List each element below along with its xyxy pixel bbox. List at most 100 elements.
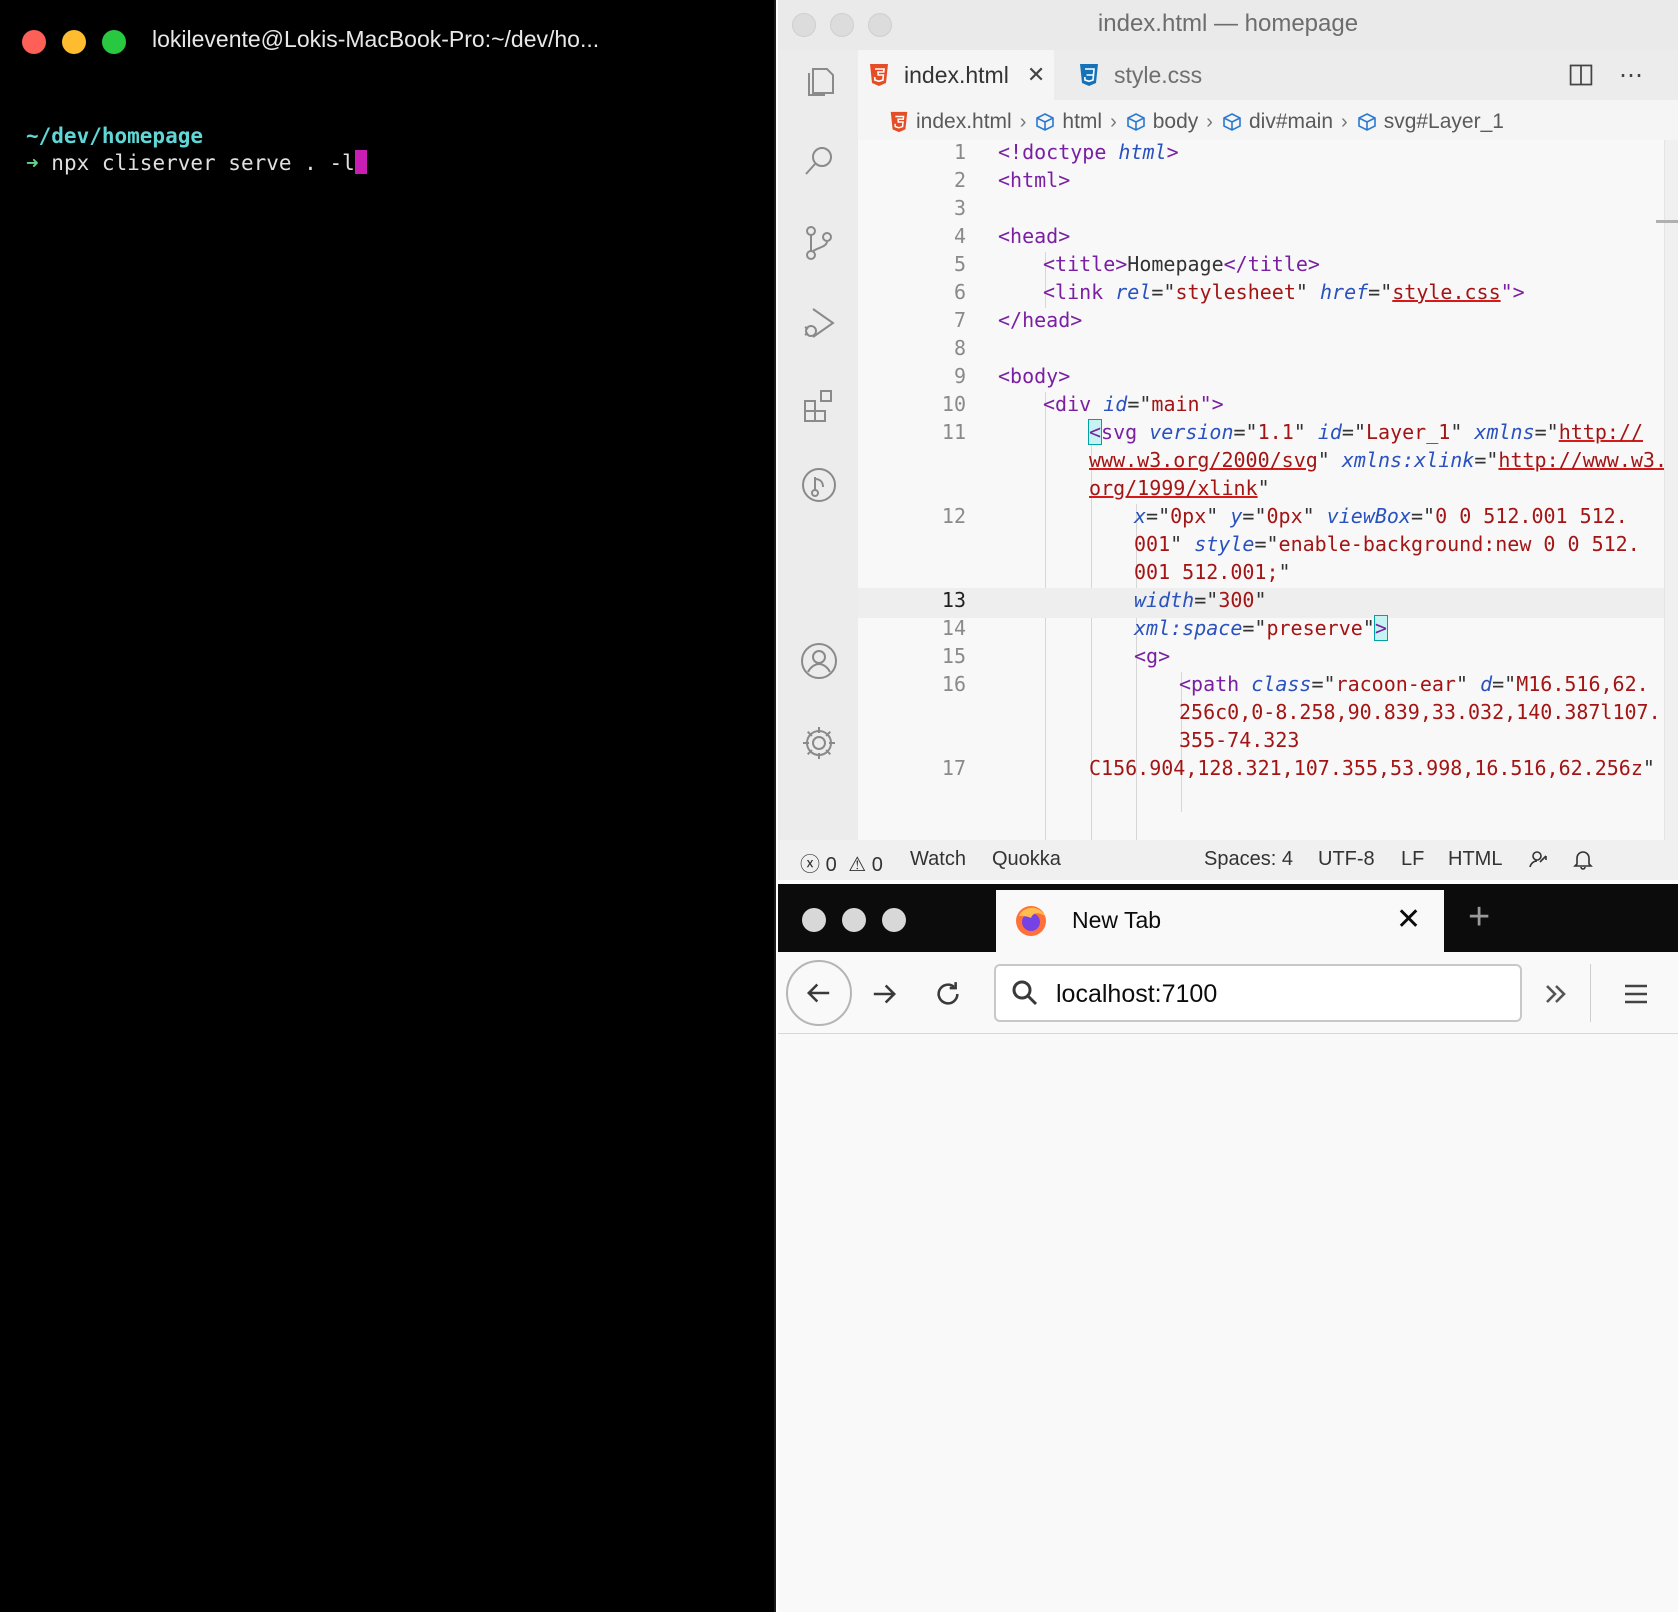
terminal-window[interactable]: lokilevente@Lokis-MacBook-Pro:~/dev/ho..… bbox=[0, 0, 776, 1612]
eol-button[interactable]: LF bbox=[1401, 848, 1424, 871]
reload-button[interactable] bbox=[922, 968, 974, 1020]
code-text: 256c0,0-8.258,90.839,33.032,140.387l107. bbox=[1179, 700, 1661, 724]
split-editor-icon[interactable] bbox=[1566, 60, 1596, 90]
code-line[interactable]: 7 </head> bbox=[858, 308, 1678, 338]
close-window-button[interactable] bbox=[802, 908, 826, 932]
vscode-window[interactable]: index.html — homepage index.html ✕ style… bbox=[778, 0, 1678, 880]
zoom-window-button[interactable] bbox=[102, 30, 126, 54]
encoding-button[interactable]: UTF-8 bbox=[1318, 848, 1375, 871]
breadcrumb-label: div#main bbox=[1248, 110, 1334, 133]
code-line[interactable]: 16 <path class="racoon-ear" d="M16.516,62… bbox=[858, 672, 1678, 702]
gitlens-icon[interactable] bbox=[798, 464, 840, 506]
code-line[interactable]: 15 <g> bbox=[858, 644, 1678, 674]
code-line[interactable]: 10 <div id="main"> bbox=[858, 392, 1678, 422]
code-text: 355-74.323 bbox=[1179, 728, 1300, 752]
error-count: 0 bbox=[825, 854, 837, 876]
source-control-icon[interactable] bbox=[798, 222, 840, 264]
url-bar[interactable]: localhost:7100 bbox=[994, 964, 1522, 1022]
close-tab-icon[interactable]: ✕ bbox=[1027, 62, 1045, 88]
code-line[interactable]: 2 <html> bbox=[858, 168, 1678, 198]
tab-style-css[interactable]: style.css bbox=[1064, 50, 1224, 100]
code-text: <html> bbox=[998, 168, 1071, 192]
run-debug-icon[interactable] bbox=[798, 302, 840, 344]
close-tab-icon[interactable]: ✕ bbox=[1396, 902, 1421, 937]
page-content[interactable] bbox=[778, 1035, 1678, 1612]
element-cube-icon bbox=[1036, 113, 1055, 131]
code-line[interactable]: 3 bbox=[858, 196, 1678, 226]
close-window-button[interactable] bbox=[22, 30, 46, 54]
html5-icon bbox=[890, 111, 908, 133]
indentation-button[interactable]: Spaces: 4 bbox=[1204, 848, 1293, 871]
line-number: 5 bbox=[953, 252, 966, 276]
code-line-wrap[interactable]: 355-74.323 bbox=[858, 728, 1678, 758]
forward-button[interactable] bbox=[858, 968, 910, 1020]
minimize-window-button[interactable] bbox=[62, 30, 86, 54]
code-line-wrap[interactable]: 256c0,0-8.258,90.839,33.032,140.387l107. bbox=[858, 700, 1678, 730]
code-line[interactable]: 8 bbox=[858, 336, 1678, 366]
line-number: 8 bbox=[953, 336, 966, 360]
css3-icon bbox=[1080, 64, 1098, 86]
breadcrumb-item[interactable]: svg#Layer_1 bbox=[1356, 110, 1504, 134]
code-line[interactable]: 17 C156.904,128.321,107.355,53.998,16.516… bbox=[858, 756, 1678, 786]
firefox-window[interactable]: New Tab ✕ + localhost:7100 bbox=[778, 884, 1678, 1612]
code-text: 001" style="enable-background:new 0 0 51… bbox=[1134, 532, 1640, 556]
line-number: 1 bbox=[953, 140, 966, 164]
code-line-wrap[interactable]: org/1999/xlink" bbox=[858, 476, 1678, 506]
minimize-window-button[interactable] bbox=[842, 908, 866, 932]
breadcrumb-item[interactable]: html bbox=[1034, 110, 1102, 134]
code-line-wrap[interactable]: 001" style="enable-background:new 0 0 51… bbox=[858, 532, 1678, 562]
more-actions-icon[interactable]: ⋯ bbox=[1616, 60, 1646, 90]
extensions-icon[interactable] bbox=[798, 384, 840, 426]
activity-bar bbox=[778, 50, 858, 840]
quokka-button[interactable]: Quokka bbox=[992, 848, 1061, 871]
code-line-wrap[interactable]: 001 512.001;" bbox=[858, 560, 1678, 590]
code-line[interactable]: 14 xml:space="preserve"> bbox=[858, 615, 1678, 646]
account-icon[interactable] bbox=[798, 640, 840, 682]
line-number: 6 bbox=[953, 280, 966, 304]
editor-scrollbar[interactable] bbox=[1664, 140, 1678, 840]
breadcrumb-item[interactable]: index.html bbox=[888, 110, 1012, 134]
back-button[interactable] bbox=[786, 960, 852, 1026]
hamburger-menu-icon[interactable] bbox=[1610, 968, 1662, 1020]
code-editor[interactable]: 1 <!doctype html> 2 <html> 3 4 <head> 5 <tit… bbox=[858, 140, 1678, 840]
new-tab-plus-icon[interactable]: + bbox=[1468, 896, 1490, 939]
zoom-window-button[interactable] bbox=[882, 908, 906, 932]
code-line[interactable]: 1 <!doctype html> bbox=[858, 140, 1678, 170]
problems-indicator[interactable]: ⓧ 0 ⚠ 0 bbox=[800, 848, 883, 877]
code-text: <g> bbox=[1134, 644, 1171, 668]
chevron-right-icon: › bbox=[1110, 110, 1117, 133]
code-line[interactable]: 5 <title>Homepage</title> bbox=[858, 252, 1678, 282]
code-line-wrap[interactable]: www.w3.org/2000/svg" xmlns:xlink="http:/… bbox=[858, 448, 1678, 478]
chevron-right-icon: › bbox=[1206, 110, 1213, 133]
line-number: 3 bbox=[953, 196, 966, 220]
explorer-icon[interactable] bbox=[798, 60, 840, 102]
notifications-bell-icon[interactable] bbox=[1572, 848, 1594, 876]
breadcrumb-item[interactable]: body bbox=[1125, 110, 1198, 134]
language-mode-button[interactable]: HTML bbox=[1448, 848, 1502, 871]
tab-new-tab[interactable]: New Tab ✕ bbox=[996, 890, 1444, 952]
feedback-icon[interactable] bbox=[1526, 848, 1548, 876]
chevron-right-icon: › bbox=[1019, 110, 1027, 133]
navigation-toolbar: localhost:7100 bbox=[778, 952, 1678, 1034]
settings-gear-icon[interactable] bbox=[798, 722, 840, 764]
code-text: 001 512.001;" bbox=[1134, 560, 1291, 584]
breadcrumb-item[interactable]: div#main bbox=[1221, 110, 1333, 134]
code-line[interactable]: 4 <head> bbox=[858, 224, 1678, 254]
tab-index-html[interactable]: index.html ✕ bbox=[858, 50, 1054, 100]
vscode-titlebar: index.html — homepage bbox=[778, 0, 1678, 50]
breadcrumb-label: html bbox=[1062, 110, 1103, 133]
code-line[interactable]: 11 <svg version="1.1" id="Layer_1" xmlns=… bbox=[858, 419, 1678, 450]
search-icon[interactable] bbox=[798, 140, 840, 182]
tab-strip: New Tab ✕ + bbox=[778, 884, 1678, 952]
element-cube-icon bbox=[1223, 113, 1241, 131]
prompt-arrow-icon: ➜ bbox=[26, 151, 39, 175]
code-text: width="300" bbox=[1134, 588, 1267, 612]
code-line-current[interactable]: 13 width="300" bbox=[858, 588, 1678, 618]
watch-button[interactable]: Watch bbox=[910, 848, 966, 871]
code-line[interactable]: 12 x="0px" y="0px" viewBox="0 0 512.001 5… bbox=[858, 504, 1678, 534]
code-line[interactable]: 9 <body> bbox=[858, 364, 1678, 394]
code-text: x="0px" y="0px" viewBox="0 0 512.001 512… bbox=[1134, 504, 1628, 528]
command-line[interactable]: ➜ npx cliserver serve . -l bbox=[26, 150, 367, 175]
code-line[interactable]: 6 <link rel="stylesheet" href="style.css"… bbox=[858, 280, 1678, 310]
overflow-chevrons-icon[interactable] bbox=[1534, 968, 1578, 1020]
